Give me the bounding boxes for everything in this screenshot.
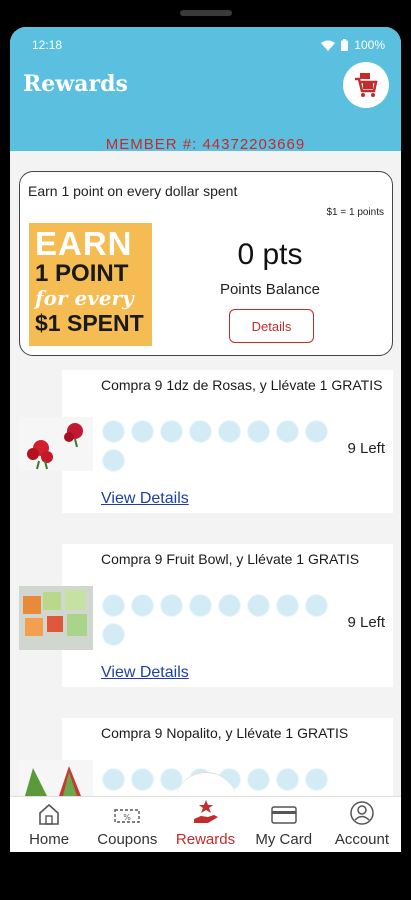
- nav-coupons-label: Coupons: [97, 831, 158, 848]
- stamp-grid: [102, 420, 342, 478]
- status-time: 12:18: [32, 38, 63, 52]
- earn-rule-text: Earn 1 point on every dollar spent: [28, 183, 238, 199]
- camera-notch: [180, 10, 232, 16]
- nav-home-label: Home: [29, 831, 70, 848]
- cart-logo-icon: [355, 73, 378, 97]
- stamp-circle: [189, 594, 212, 617]
- stamp-circle: [131, 594, 154, 617]
- member-number: MEMBER #: 44372203669: [105, 136, 306, 153]
- status-icons: 100%: [321, 38, 385, 52]
- battery-icon: [341, 39, 349, 51]
- view-details-link[interactable]: View Details: [101, 664, 189, 682]
- points-card: Earn 1 point on every dollar spent $1 = …: [19, 171, 393, 356]
- system-bottom-bar: [0, 852, 411, 900]
- banner-line-point: 1 POINT: [35, 260, 129, 287]
- roses-image: [19, 417, 93, 471]
- stamp-circle: [102, 594, 125, 617]
- stamp-circle: [131, 420, 154, 443]
- stamp-circle: [102, 623, 125, 646]
- details-button[interactable]: Details: [229, 309, 314, 343]
- stamp-circle: [305, 594, 328, 617]
- reward-title: Compra 9 Nopalito, y Llévate 1 GRATIS: [101, 725, 349, 741]
- points-balance-label: Points Balance: [219, 281, 321, 298]
- wifi-icon: [321, 40, 336, 51]
- nav-mycard-label: My Card: [255, 831, 313, 848]
- svg-text:%: %: [123, 813, 131, 822]
- earn-promo-banner: EARN 1 POINT for every $1 SPENT: [29, 223, 152, 346]
- stamps-left: 9 Left: [347, 440, 385, 457]
- points-ratio: $1 = 1 points: [326, 207, 384, 218]
- stamp-circle: [276, 594, 299, 617]
- stamp-grid: [102, 594, 342, 652]
- banner-line-for-every: for every: [35, 286, 134, 310]
- stamp-circle: [131, 768, 154, 791]
- stamp-circle: [276, 420, 299, 443]
- nav-home[interactable]: Home: [10, 797, 88, 852]
- reward-card[interactable]: Compra 9 1dz de Rosas, y Llévate 1 GRATI…: [62, 370, 393, 513]
- status-bar: 12:18 100%: [10, 27, 401, 63]
- bottom-navigation: Home % Coupons Rewards My Card Account: [10, 796, 401, 852]
- nav-account[interactable]: Account: [323, 797, 401, 852]
- nav-coupons[interactable]: % Coupons: [88, 797, 166, 852]
- stamp-circle: [247, 420, 270, 443]
- stamp-circle: [305, 420, 328, 443]
- stamp-circle: [276, 768, 299, 791]
- page-title: Rewards: [23, 71, 128, 97]
- stamp-circle: [102, 420, 125, 443]
- nav-account-label: Account: [334, 831, 390, 848]
- battery-percent: 100%: [354, 38, 385, 52]
- stamp-circle: [102, 449, 125, 472]
- stamp-circle: [218, 420, 241, 443]
- card-icon: [270, 806, 297, 824]
- nav-rewards[interactable]: Rewards: [166, 797, 244, 852]
- stamp-circle: [247, 594, 270, 617]
- banner-line-earn: EARN: [35, 225, 133, 262]
- reward-card[interactable]: Compra 9 Fruit Bowl, y Llévate 1 GRATIS …: [62, 544, 393, 687]
- stamp-circle: [247, 768, 270, 791]
- reward-title: Compra 9 Fruit Bowl, y Llévate 1 GRATIS: [101, 551, 360, 567]
- rewards-hand-star-icon: [193, 800, 218, 823]
- nav-mycard[interactable]: My Card: [245, 797, 323, 852]
- nav-rewards-label: Rewards: [175, 831, 236, 848]
- stamps-left: 9 Left: [347, 614, 385, 631]
- account-icon: [350, 801, 374, 825]
- nopalito-image: [19, 760, 93, 796]
- home-icon: [39, 803, 59, 825]
- stamp-circle: [160, 420, 183, 443]
- coupon-icon: %: [114, 809, 140, 823]
- banner-line-spent: $1 SPENT: [35, 310, 144, 336]
- view-details-link[interactable]: View Details: [101, 490, 189, 508]
- points-value: 0 pts: [237, 238, 303, 271]
- stamp-circle: [305, 768, 328, 791]
- stamp-circle: [102, 768, 125, 791]
- fruit-bowl-image: [19, 586, 93, 650]
- phone-screen: 12:18 100% Rewards MEMBER #: 44372203669…: [10, 27, 401, 852]
- stamp-circle: [189, 420, 212, 443]
- stamp-circle: [218, 594, 241, 617]
- store-logo[interactable]: [343, 62, 389, 108]
- reward-title: Compra 9 1dz de Rosas, y Llévate 1 GRATI…: [101, 377, 383, 393]
- stamp-circle: [160, 594, 183, 617]
